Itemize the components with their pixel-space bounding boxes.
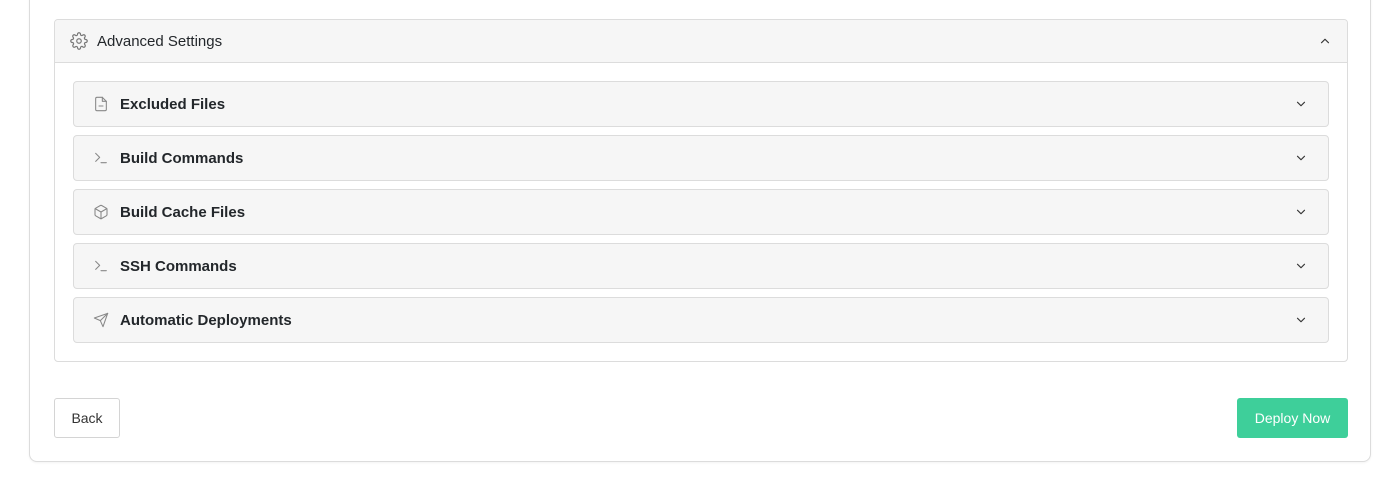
terminal-icon: [92, 149, 110, 167]
chevron-down-icon[interactable]: [1293, 96, 1309, 112]
package-icon: [92, 203, 110, 221]
chevron-down-icon[interactable]: [1293, 258, 1309, 274]
chevron-up-icon[interactable]: [1317, 33, 1333, 49]
send-icon: [92, 311, 110, 329]
chevron-down-icon[interactable]: [1293, 150, 1309, 166]
section-build-commands[interactable]: Build Commands: [73, 135, 1329, 181]
section-automatic-deployments[interactable]: Automatic Deployments: [73, 297, 1329, 343]
section-label: Build Cache Files: [120, 203, 246, 221]
advanced-settings-title: Advanced Settings: [97, 32, 223, 50]
gear-icon: [69, 31, 89, 51]
advanced-settings-header[interactable]: Advanced Settings: [55, 20, 1347, 63]
terminal-icon: [92, 257, 110, 275]
advanced-settings-body: Excluded Files Build Commands Build Cach…: [55, 63, 1347, 343]
chevron-down-icon[interactable]: [1293, 312, 1309, 328]
section-excluded-files[interactable]: Excluded Files: [73, 81, 1329, 127]
section-build-cache-files[interactable]: Build Cache Files: [73, 189, 1329, 235]
deploy-now-button[interactable]: Deploy Now: [1237, 398, 1348, 438]
section-label: SSH Commands: [120, 257, 237, 275]
file-minus-icon: [92, 95, 110, 113]
chevron-down-icon[interactable]: [1293, 204, 1309, 220]
section-label: Build Commands: [120, 149, 244, 167]
back-button[interactable]: Back: [54, 398, 120, 438]
section-label: Excluded Files: [120, 95, 226, 113]
section-label: Automatic Deployments: [120, 311, 292, 329]
section-ssh-commands[interactable]: SSH Commands: [73, 243, 1329, 289]
advanced-settings-panel: Advanced Settings Excluded Files Build C…: [54, 19, 1348, 362]
